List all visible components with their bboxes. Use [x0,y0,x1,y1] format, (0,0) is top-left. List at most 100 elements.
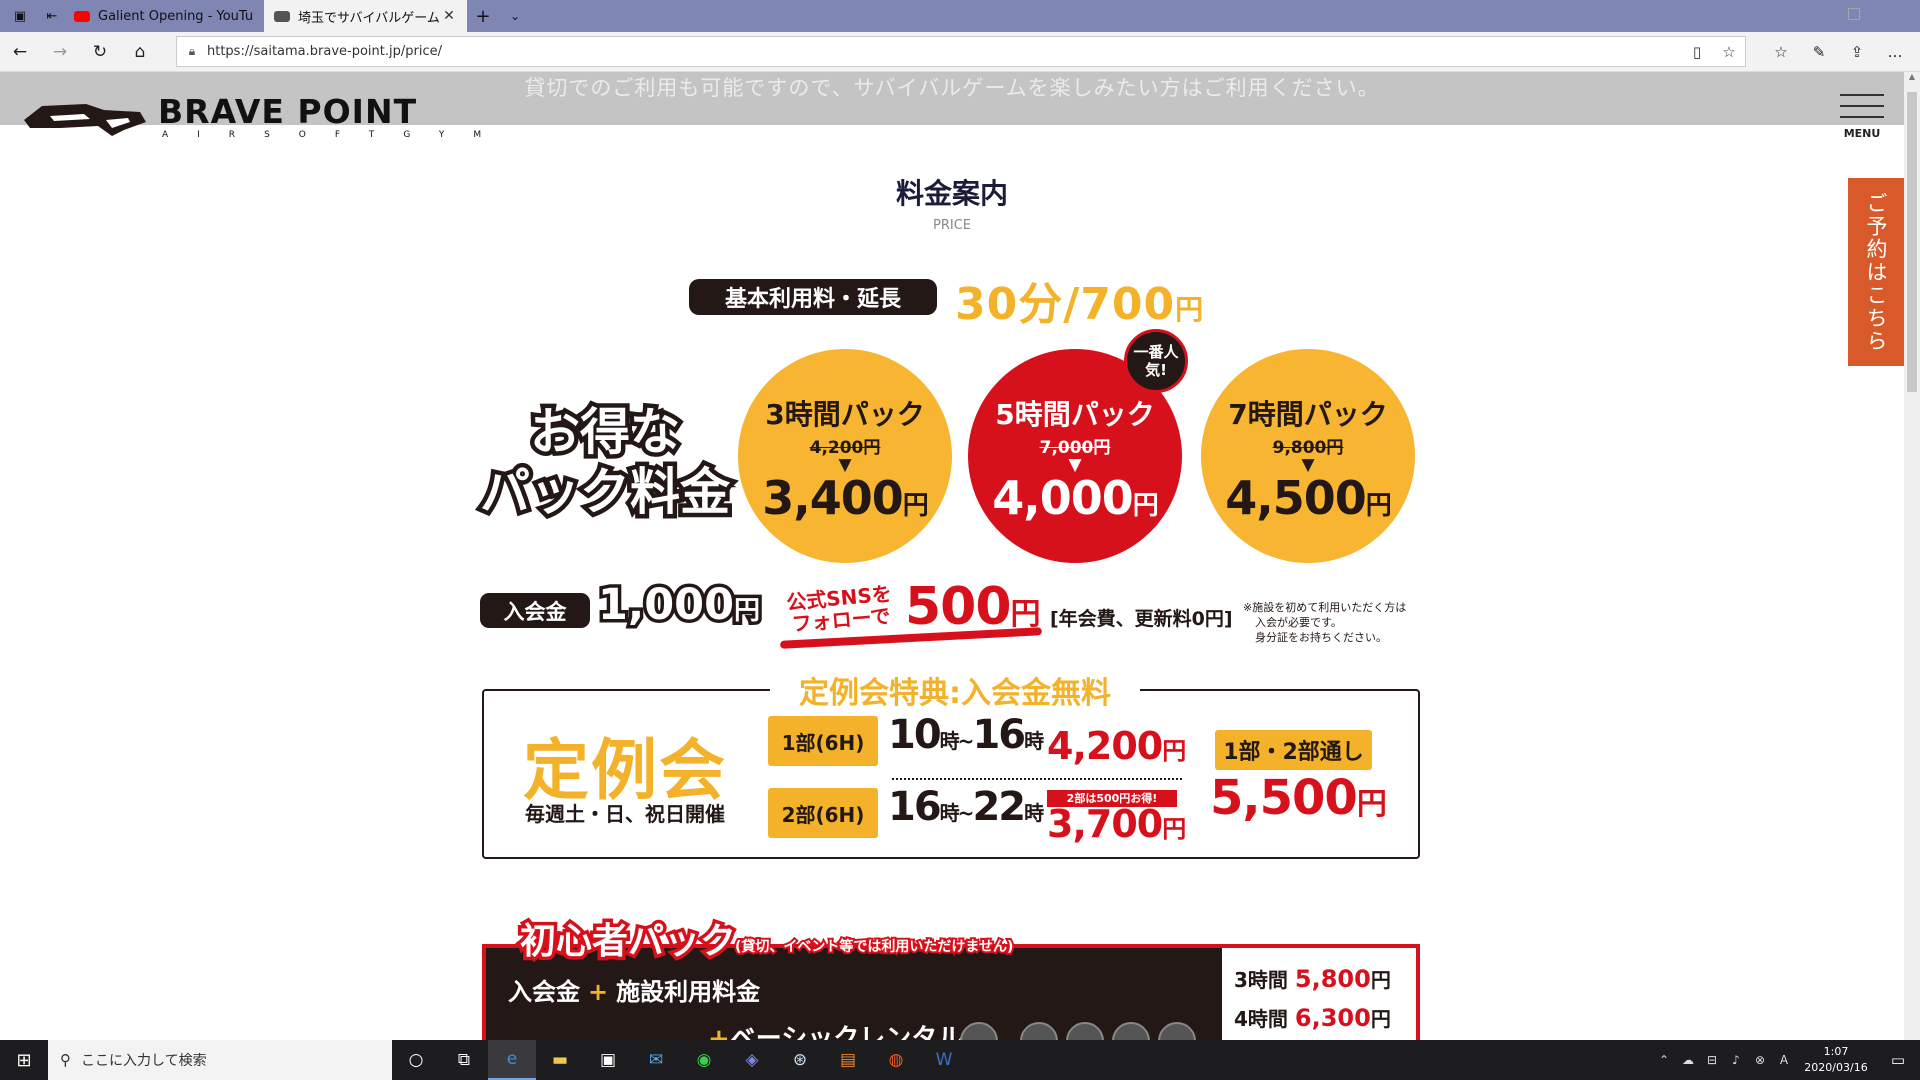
file-explorer-icon[interactable]: ▬ [536,1040,584,1080]
discord-icon[interactable]: ◈ [728,1040,776,1080]
menu-label: MENU [1843,127,1881,140]
browser-right-tools: ☆ ✎ ⇪ … [1762,32,1914,72]
part2-time: 16時~22時 [888,784,1044,830]
share-icon[interactable]: ⇪ [1838,43,1876,61]
part1-label: 1部(6H) [768,716,878,766]
word-icon[interactable]: W [920,1040,968,1080]
basic-fee-price: 30分/700円 [955,279,1205,330]
address-bar[interactable]: 🔒︎ https://saitama.brave-point.jp/price/… [176,36,1746,67]
beginner-rental: +ベーシックレンタル [708,1024,964,1040]
set-aside-tabs-icon[interactable]: ⇤ [40,4,64,28]
youtube-icon [74,10,90,22]
app-tray-icon[interactable]: ⊗ [1748,1053,1772,1067]
more-icon[interactable]: … [1876,43,1914,61]
window-restore-icon[interactable] [1848,8,1860,20]
clock[interactable]: 1:07 2020/03/16 [1796,1044,1876,1076]
reading-view-icon[interactable]: ▯ [1681,43,1713,61]
logo-mark-icon [24,104,146,136]
refresh-button[interactable]: ↻ [80,32,120,72]
part2-label: 2部(6H) [768,788,878,838]
annual-fee-note: [年会費、更新料0円] [1050,608,1233,630]
site-favicon-icon [274,10,290,22]
down-arrow-icon: ▼ [1301,455,1315,475]
down-arrow-icon: ▼ [1068,455,1082,475]
entry-fee-label: 入会金 [480,593,590,628]
notification-icon[interactable]: ▭ [1876,1051,1920,1069]
pack-7h: 7時間パック 9,800円 ▼ 4,500円 [1201,349,1415,563]
pack-name: 5時間パック [995,398,1155,431]
search-placeholder: ここに入力して検索 [81,1053,207,1069]
new-tab-button[interactable]: + [467,6,499,27]
pack-price: 4,500円 [1225,471,1392,525]
store-icon[interactable]: ▣ [584,1040,632,1080]
cortana-icon[interactable]: ○ [392,1040,440,1080]
forward-button[interactable]: → [40,32,80,72]
logo-text: BRAVE POINT [158,92,418,131]
search-icon: ⚲ [60,1051,71,1069]
windows-taskbar: ⊞ ⚲ ここに入力して検索 ○ ⧉ e ▬ ▣ ✉ ◉ ◈ ⊛ ▤ ◍ W ⌃ … [0,1040,1920,1080]
pack-3h: 3時間パック 4,200円 ▼ 3,400円 [738,349,952,563]
task-view-icon[interactable]: ⧉ [440,1040,488,1080]
favorite-star-icon[interactable]: ☆ [1713,43,1745,61]
basic-fee-label: 基本利用料・延長 [689,279,937,315]
tab-brave-point[interactable]: 埼玉でサバイバルゲームをす ✕ [264,0,467,32]
beginner-pack-title: 初心者パック [516,918,739,966]
both-parts-price: 5,500円 [1210,770,1387,826]
sns-follow-label: 公式SNSをフォローで [785,581,893,637]
system-tray: ⌃ ☁ ⊟ ♪ ⊗ A 1:07 2020/03/16 ▭ [1652,1040,1920,1080]
page-title: 料金案内 [895,177,1008,210]
browser-tab-bar: ▣ ⇤ Galient Opening - YouTube 埼玉でサバイバルゲー… [0,0,1920,32]
part2-price: 3,700円 [1047,802,1186,846]
browser-toolbar: ← → ↻ ⌂ 🔒︎ https://saitama.brave-point.j… [0,32,1920,72]
part1-price: 4,200円 [1047,724,1186,768]
beginner-prices: 3時間 5,800円 4時間 6,300円 [1222,948,1416,1040]
divider [892,778,1182,780]
pack-name: 7時間パック [1228,398,1388,431]
logo-subtext: AIRSOFTGYM [162,130,511,140]
entry-fee-price: 1,000円 [594,577,763,634]
mail-icon[interactable]: ✉ [632,1040,680,1080]
edge-icon[interactable]: e [488,1040,536,1080]
tab-preview-chevron-icon[interactable]: ⌄ [499,9,531,23]
taskbar-search[interactable]: ⚲ ここに入力して検索 [48,1040,392,1080]
origin-icon[interactable]: ◍ [872,1040,920,1080]
volume-icon[interactable]: ♪ [1724,1053,1748,1067]
windows-start-icon[interactable]: ⊞ [0,1040,48,1080]
scroll-thumb[interactable] [1907,92,1917,392]
network-icon[interactable]: ⊟ [1700,1053,1724,1067]
tab-actions-icon[interactable]: ▣ [8,4,32,28]
tab-title: 埼玉でサバイバルゲームをす [298,10,441,26]
close-tab-icon[interactable]: ✕ [441,8,457,24]
beginner-includes: 入会金 + 施設利用料金 [508,978,761,1006]
beginner-price-row: 3時間 5,800円 [1234,965,1391,993]
pack-price: 3,400円 [762,471,929,525]
pack-heading: お得な パック料金 [476,399,735,526]
onedrive-icon[interactable]: ☁ [1676,1053,1700,1067]
steam-icon[interactable]: ⊛ [776,1040,824,1080]
scroll-up-icon[interactable]: ▲ [1904,72,1920,88]
page-scrollbar[interactable]: ▲ [1904,72,1920,1040]
regular-event-heading: 定例会特典:入会金無料 [770,668,1140,712]
pen-icon[interactable]: ✎ [1800,43,1838,61]
menu-button[interactable]: MENU [1840,94,1884,140]
url-text[interactable]: https://saitama.brave-point.jp/price/ [207,44,1681,59]
ime-icon[interactable]: A [1772,1053,1796,1067]
web-page: 貸切でのご利用も可能ですので、サバイバルゲームを楽しみたい方はご利用ください。 … [0,72,1904,1040]
tab-title: Galient Opening - YouTube [98,8,254,24]
part1-time: 10時~16時 [888,712,1044,758]
back-button[interactable]: ← [0,32,40,72]
down-arrow-icon: ▼ [838,455,852,475]
popular-badge: 一番人気! [1124,329,1188,393]
regular-event-days: 毎週土・日、祝日開催 [525,802,725,826]
both-parts-label: 1部・2部通し [1215,730,1372,770]
app-icon[interactable]: ▤ [824,1040,872,1080]
line-icon[interactable]: ◉ [680,1040,728,1080]
membership-notice: ※施設を初めて利用いただく方は 入会が必要です。 身分証をお持ちください。 [1243,601,1407,644]
lock-icon: 🔒︎ [188,44,196,58]
favorites-hub-icon[interactable]: ☆ [1762,43,1800,61]
beginner-pack-note: (貸切、イベント等では利用いただけません) [733,937,1015,957]
brave-point-logo[interactable]: BRAVE POINT AIRSOFTGYM [20,92,481,152]
tab-youtube[interactable]: Galient Opening - YouTube [64,0,264,32]
show-hidden-icon[interactable]: ⌃ [1652,1053,1676,1067]
home-button[interactable]: ⌂ [120,32,160,72]
